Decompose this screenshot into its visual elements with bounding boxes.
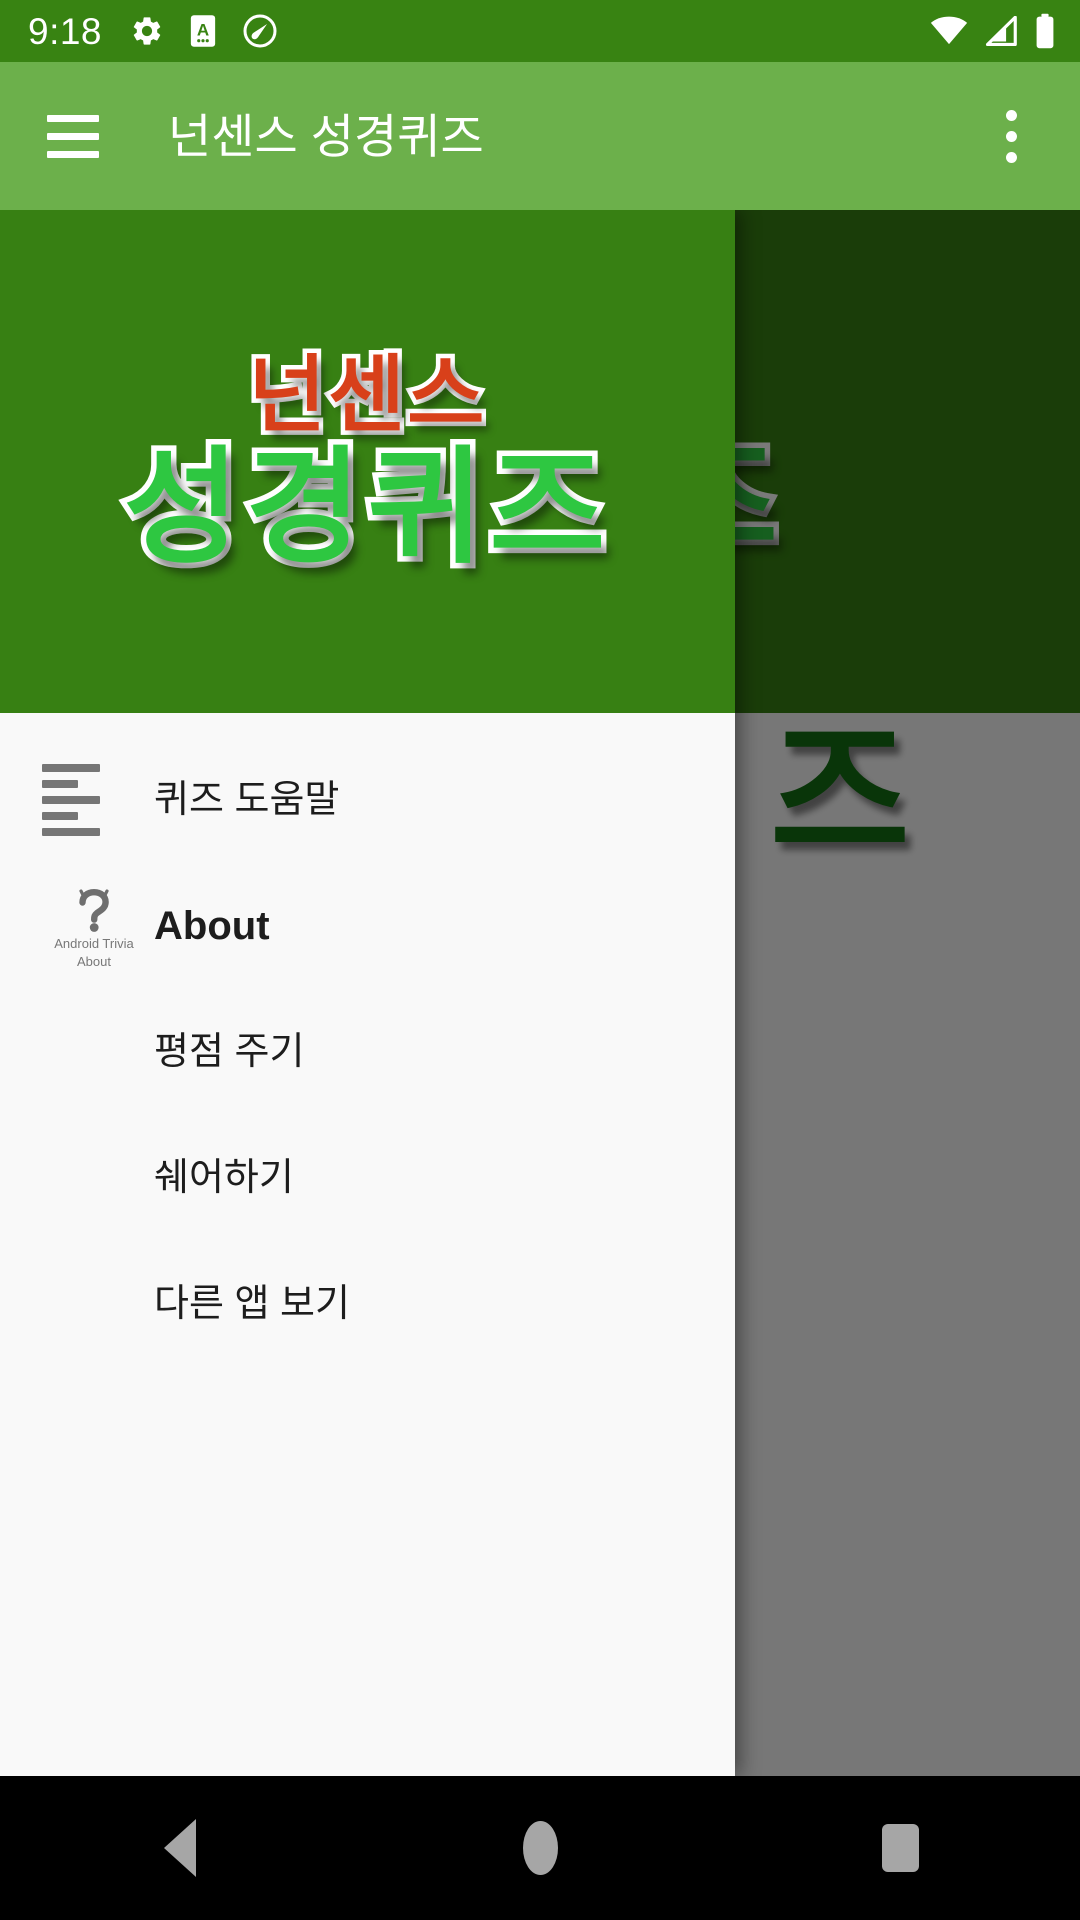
status-bar: 9:18 A — [0, 0, 1080, 62]
question-mark-glyph — [71, 886, 117, 934]
format-align-left-icon — [42, 764, 100, 836]
triangle-back-icon — [164, 1819, 196, 1877]
app-bar: 넌센스 성경퀴즈 — [0, 62, 1080, 210]
square-recents-icon — [881, 1824, 919, 1872]
overflow-dot — [1005, 130, 1017, 142]
drawer-logo-line2: 성경퀴즈 — [118, 436, 612, 578]
svg-text:A: A — [197, 20, 209, 39]
menu-item-share[interactable]: 쉐어하기 — [0, 1115, 735, 1241]
overflow-menu-icon[interactable] — [974, 99, 1048, 173]
drawer-header: 넌센스 성경퀴즈 — [0, 210, 735, 713]
slash-circle-icon — [242, 13, 278, 49]
menu-item-rate-app[interactable]: 평점 주기 — [0, 989, 735, 1115]
navigation-drawer: 넌센스 성경퀴즈 퀴즈 도움말 Android Trivia About Abo… — [0, 210, 735, 1776]
app-bar-title: 넌센스 성경퀴즈 — [168, 109, 484, 163]
overflow-dot — [1005, 109, 1017, 121]
about-icon-caption-line1: Android Trivia — [54, 935, 134, 951]
wifi-icon — [930, 16, 968, 46]
circle-home-icon — [522, 1821, 558, 1875]
menu-item-quiz-help[interactable]: 퀴즈 도움말 — [0, 737, 735, 863]
drawer-logo-stack: 넌센스 성경퀴즈 — [118, 347, 612, 578]
menu-item-label: 평점 주기 — [154, 1031, 305, 1073]
menu-item-about[interactable]: Android Trivia About About — [0, 863, 735, 989]
android-question-mark-icon: Android Trivia About — [42, 886, 146, 971]
app-screen: 넌센스 성경퀴즈 즈 넌센스 성경퀴즈 퀴즈 도움말 — [0, 0, 1080, 1920]
home-button[interactable] — [360, 1776, 720, 1920]
status-bar-right-icons — [930, 13, 1056, 49]
overflow-dot — [1005, 151, 1017, 163]
menu-item-more-apps[interactable]: 다른 앱 보기 — [0, 1241, 735, 1367]
about-icon-caption-line2: About — [77, 954, 111, 969]
recents-button[interactable] — [720, 1776, 1080, 1920]
gear-icon — [130, 14, 164, 48]
hamburger-bar — [47, 114, 99, 122]
status-bar-clock: 9:18 — [28, 10, 103, 52]
cell-signal-icon — [984, 16, 1018, 46]
a-badge-icon: A — [188, 14, 218, 48]
battery-icon — [1034, 13, 1056, 49]
system-navigation-bar — [0, 1776, 1080, 1920]
drawer-menu-list: 퀴즈 도움말 Android Trivia About About 평점 주기 … — [0, 713, 735, 1367]
drawer-logo-line1: 넌센스 — [244, 347, 489, 442]
menu-item-label: 다른 앱 보기 — [154, 1283, 350, 1325]
menu-item-label: 퀴즈 도움말 — [154, 779, 340, 821]
menu-icon-slot: Android Trivia About — [42, 884, 154, 969]
hamburger-bar — [47, 150, 99, 158]
hamburger-menu-icon[interactable] — [36, 99, 110, 173]
menu-item-label: About — [154, 904, 270, 948]
back-button[interactable] — [0, 1776, 360, 1920]
hamburger-bar — [47, 132, 99, 140]
menu-item-label: 쉐어하기 — [154, 1157, 294, 1199]
menu-icon-slot — [42, 764, 154, 836]
